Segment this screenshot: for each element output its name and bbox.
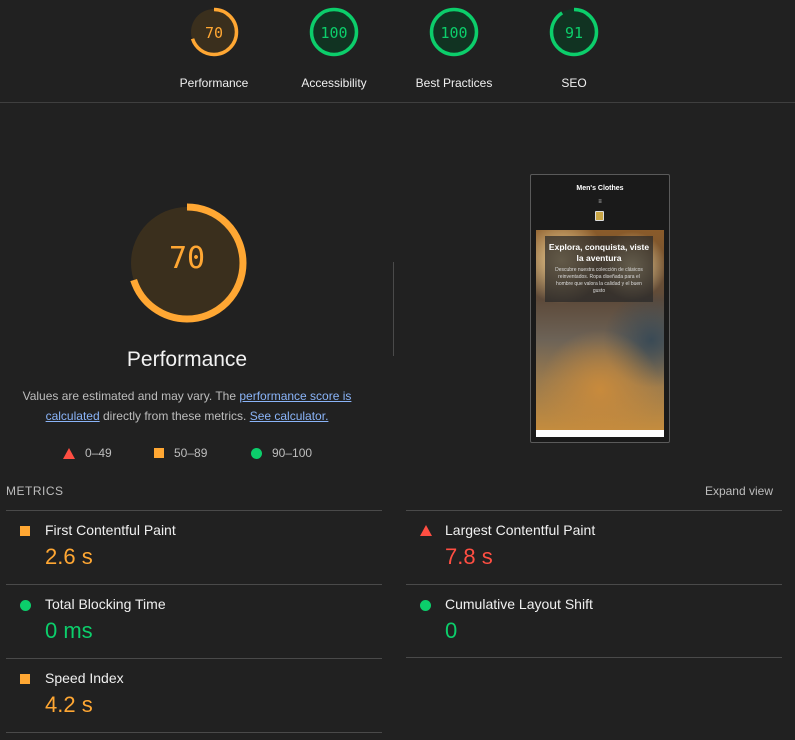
- screenshot-footer-strip: [536, 430, 664, 437]
- legend-label: 50–89: [174, 446, 208, 460]
- divider: [6, 584, 382, 585]
- legend-pass: 90–100: [251, 446, 312, 460]
- hero-text: Descubre nuestra colección de clásicos r…: [555, 267, 643, 294]
- metric-first-contentful-paint[interactable]: First Contentful Paint 2.6 s: [6, 522, 382, 582]
- metric-largest-contentful-paint[interactable]: Largest Contentful Paint 7.8 s: [406, 522, 782, 582]
- gauge-accessibility[interactable]: 100 Accessibility: [274, 6, 394, 90]
- divider: [6, 658, 382, 659]
- metric-speed-index[interactable]: Speed Index 4.2 s: [6, 670, 382, 730]
- score-gauges-bar: 70 Performance 100 Accessibility 100 Bes…: [0, 0, 795, 103]
- divider: [406, 584, 782, 585]
- performance-score: 70: [168, 241, 206, 276]
- gauge-label: SEO: [561, 76, 587, 90]
- shopping-bag-icon: [595, 211, 604, 221]
- metric-total-blocking-time[interactable]: Total Blocking Time 0 ms: [6, 596, 382, 656]
- square-icon: [154, 448, 164, 458]
- metric-value: 7.8 s: [445, 544, 493, 569]
- gauge-label: Accessibility: [301, 76, 367, 90]
- screenshot-site-title: Men's Clothes: [576, 185, 624, 192]
- gauge-score: 91: [564, 24, 584, 42]
- divider: [6, 510, 382, 511]
- metric-name: Largest Contentful Paint: [445, 522, 596, 538]
- circle-icon: [251, 447, 262, 459]
- gauge-seo[interactable]: 91 SEO: [514, 6, 634, 90]
- performance-title: Performance: [126, 348, 248, 371]
- hero-heading: Explora, conquista, viste la aventura: [548, 242, 650, 263]
- metric-cumulative-layout-shift[interactable]: Cumulative Layout Shift 0: [406, 596, 782, 656]
- hamburger-icon: ≡: [598, 199, 602, 205]
- circle-icon: [20, 600, 31, 611]
- legend-fail: 0–49: [63, 446, 112, 460]
- gauge-label: Best Practices: [415, 76, 493, 90]
- square-icon: [20, 526, 30, 536]
- gauge-label: Performance: [179, 76, 249, 90]
- hero-card: Explora, conquista, viste la aventura De…: [545, 236, 653, 302]
- metric-value: 2.6 s: [45, 544, 93, 569]
- metric-value: 0 ms: [45, 618, 93, 643]
- metric-name: Cumulative Layout Shift: [445, 596, 593, 612]
- gauge-score: 70: [204, 24, 224, 42]
- gauge-performance[interactable]: 70 Performance: [154, 6, 274, 90]
- gauge-best-practices[interactable]: 100 Best Practices: [394, 6, 514, 90]
- metrics-heading: METRICS: [6, 484, 64, 498]
- final-screenshot[interactable]: Men's Clothes ≡ Explora, conquista, vist…: [530, 174, 670, 443]
- triangle-icon: [63, 447, 75, 459]
- square-icon: [20, 674, 30, 684]
- desc-text: directly from these metrics.: [99, 409, 250, 423]
- performance-description: Values are estimated and may vary. The p…: [14, 386, 360, 426]
- expand-view-button[interactable]: Expand view: [705, 484, 773, 498]
- gauge-score: 100: [320, 24, 348, 42]
- legend-label: 90–100: [272, 446, 313, 460]
- legend-average: 50–89: [154, 446, 207, 460]
- divider: [406, 510, 782, 511]
- metric-value: 4.2 s: [45, 692, 93, 717]
- see-calculator-link[interactable]: See calculator.: [250, 409, 329, 423]
- divider: [6, 732, 382, 733]
- divider: [406, 657, 782, 658]
- triangle-icon: [420, 525, 432, 536]
- desc-text: Values are estimated and may vary. The: [22, 389, 240, 403]
- gauge-score: 100: [440, 24, 468, 42]
- metric-name: First Contentful Paint: [45, 522, 176, 538]
- metric-value: 0: [445, 618, 458, 643]
- metric-name: Speed Index: [45, 670, 124, 686]
- legend-label: 0–49: [85, 446, 112, 460]
- metric-name: Total Blocking Time: [45, 596, 166, 612]
- circle-icon: [420, 600, 431, 611]
- divider: [393, 262, 394, 356]
